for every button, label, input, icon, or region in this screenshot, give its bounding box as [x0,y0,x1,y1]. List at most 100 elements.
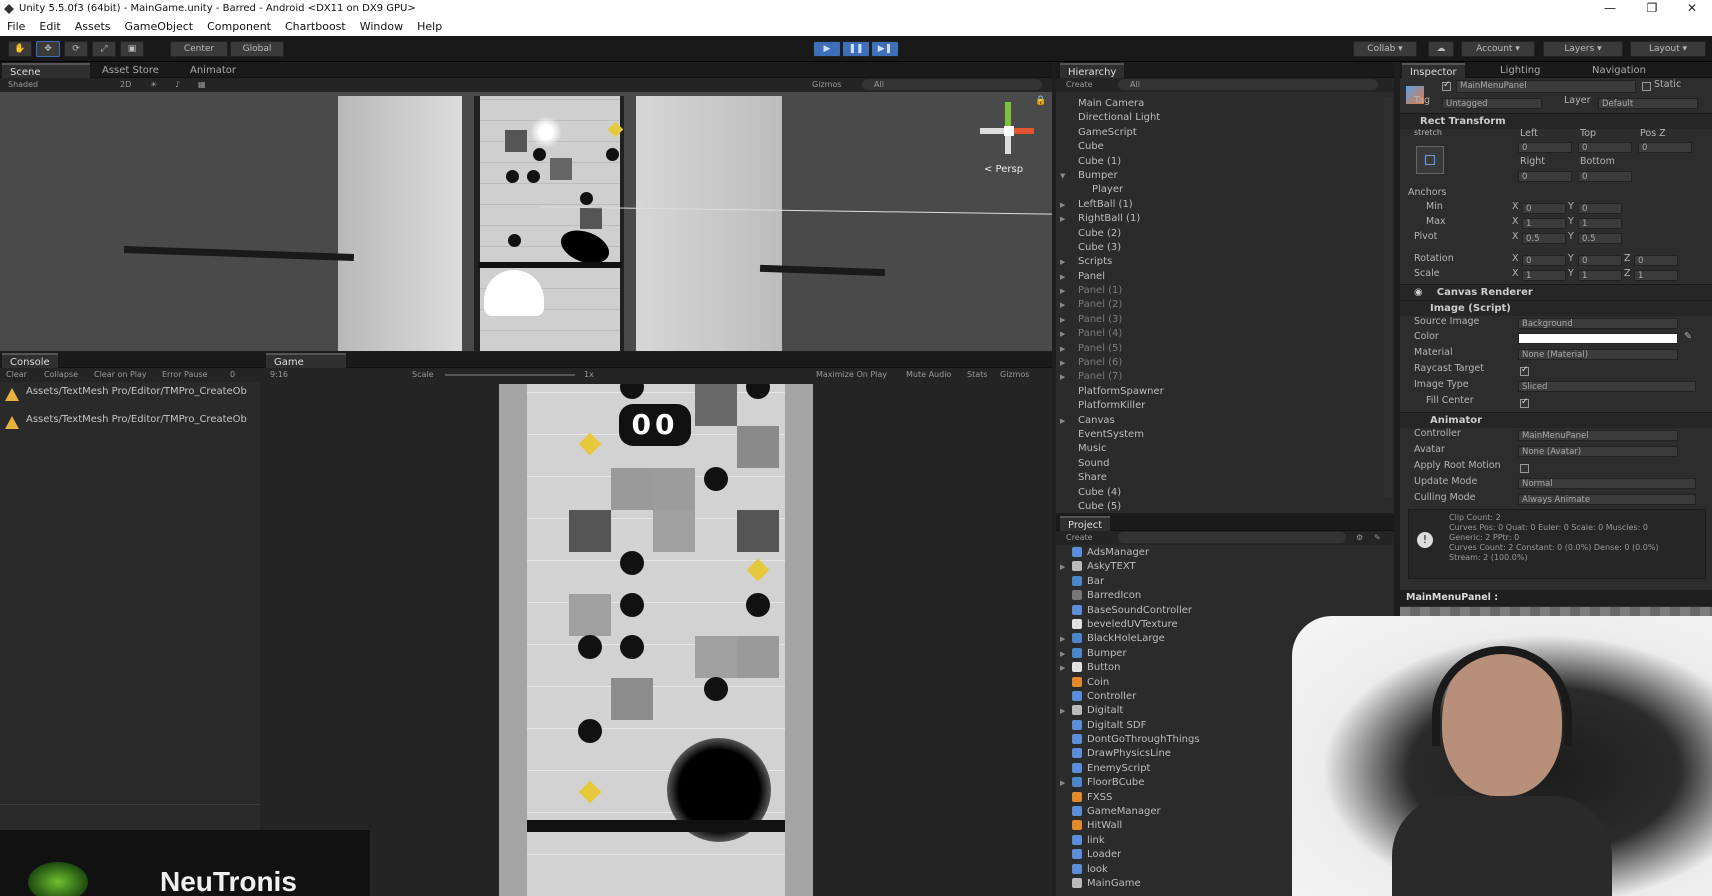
hierarchy-item[interactable]: ▶ RightBall (1) [1056,212,1394,226]
foldout-arrow-icon[interactable]: ▶ [1060,776,1065,790]
hierarchy-item[interactable]: ▶ Panel (1) [1056,284,1394,298]
foldout-arrow-icon[interactable]: ▶ [1060,327,1065,341]
project-search-input[interactable] [1118,532,1346,543]
foldout-arrow-icon[interactable]: ▶ [1060,414,1065,428]
scene-orientation-gizmo[interactable] [978,98,1038,158]
rect-transform-header[interactable]: Rect Transform [1400,113,1712,129]
project-item[interactable]: BarredIcon [1056,589,1394,603]
stats-button[interactable]: Stats [967,368,987,382]
console-message[interactable]: Assets/TextMesh Pro/Editor/TMPro_CreateO… [26,386,247,397]
foldout-arrow-icon[interactable]: ▶ [1060,198,1065,212]
menu-file[interactable]: File [0,20,32,33]
perspective-label[interactable]: < Persp [984,164,1023,175]
hierarchy-item[interactable]: ▶ Panel [1056,270,1394,284]
hand-tool-button[interactable]: ✋ [8,41,32,57]
console-collapse-button[interactable]: Collapse [44,368,78,382]
menu-assets[interactable]: Assets [68,20,118,33]
tab-console[interactable]: Console [2,353,58,368]
anchor-max-y-field[interactable]: 1 [1578,218,1622,229]
hierarchy-create-dropdown[interactable]: Create [1066,78,1093,92]
bottom-field[interactable]: 0 [1578,171,1632,182]
close-button[interactable]: ✕ [1672,0,1712,17]
step-button[interactable]: ▶❚ [871,41,899,57]
menu-component[interactable]: Component [200,20,278,33]
foldout-arrow-icon[interactable]: ▶ [1060,270,1065,284]
project-item[interactable]: Bar [1056,575,1394,589]
console-clear-button[interactable]: Clear [6,368,27,382]
pivot-x-field[interactable]: 0.5 [1522,233,1566,244]
cloud-icon[interactable]: ☁ [1428,41,1454,57]
pause-button[interactable]: ❚❚ [842,41,870,57]
hierarchy-item[interactable]: ▶ Scripts [1056,255,1394,269]
animator-header[interactable]: Animator [1400,412,1712,428]
pivot-center-button[interactable]: Center [170,41,228,57]
lock-icon[interactable]: 🔒 [1035,96,1046,106]
hierarchy-item[interactable]: ▶ Panel (2) [1056,298,1394,312]
shading-mode-dropdown[interactable]: Shaded [8,78,38,92]
project-item[interactable]: ▶ AskyTEXT [1056,560,1394,574]
active-checkbox[interactable] [1442,80,1451,91]
color-swatch[interactable] [1518,333,1678,344]
hierarchy-item[interactable]: EventSystem [1056,428,1394,442]
hierarchy-item[interactable]: Main Camera [1056,97,1394,111]
hierarchy-item[interactable]: ▶ Panel (3) [1056,313,1394,327]
anchor-preset-icon[interactable] [1416,146,1444,174]
layers-dropdown[interactable]: Layers ▾ [1543,41,1623,57]
foldout-arrow-icon[interactable]: ▶ [1060,298,1065,312]
mute-audio-button[interactable]: Mute Audio [906,368,951,382]
layout-dropdown[interactable]: Layout ▾ [1630,41,1706,57]
move-tool-button[interactable]: ✥ [36,41,60,57]
tab-asset-store[interactable]: Asset Store [94,63,167,78]
scale-x-field[interactable]: 1 [1522,270,1566,281]
pivot-y-field[interactable]: 0.5 [1578,233,1622,244]
tab-game[interactable]: Game [266,353,346,368]
menu-edit[interactable]: Edit [32,20,67,33]
hierarchy-item[interactable]: Directional Light [1056,111,1394,125]
maximize-on-play-button[interactable]: Maximize On Play [816,368,887,382]
scale-slider[interactable] [445,374,575,376]
hierarchy-item[interactable]: Cube (1) [1056,155,1394,169]
static-checkbox[interactable] [1642,82,1651,91]
console-error-count[interactable]: 0 [230,368,235,382]
hierarchy-item[interactable]: ▶ Panel (5) [1056,342,1394,356]
hierarchy-item[interactable]: Cube (2) [1056,227,1394,241]
anchor-min-y-field[interactable]: 0 [1578,203,1622,214]
source-image-field[interactable]: Background [1518,318,1678,329]
tab-navigation[interactable]: Navigation [1584,63,1654,78]
minimize-button[interactable]: — [1590,0,1630,17]
console-clear-on-play-button[interactable]: Clear on Play [94,368,147,382]
foldout-arrow-icon[interactable]: ▶ [1060,284,1065,298]
lighting-toggle-icon[interactable]: ☀ [150,78,157,92]
maximize-button[interactable]: ❐ [1632,0,1672,17]
aspect-dropdown[interactable]: 9:16 [270,368,288,382]
left-field[interactable]: 0 [1518,142,1572,153]
foldout-arrow-icon[interactable]: ▼ [1060,169,1065,183]
foldout-arrow-icon[interactable]: ▶ [1060,370,1065,384]
tab-project[interactable]: Project [1060,516,1111,531]
foldout-arrow-icon[interactable]: ▶ [1060,313,1065,327]
project-item[interactable]: AdsManager [1056,546,1394,560]
object-name-field[interactable]: MainMenuPanel [1456,80,1636,93]
console-error-pause-button[interactable]: Error Pause [162,368,208,382]
scale-tool-button[interactable]: ⤢ [92,41,116,57]
game-view[interactable]: 00 [499,384,813,896]
rotate-tool-button[interactable]: ⟳ [64,41,88,57]
hierarchy-item[interactable]: Cube [1056,140,1394,154]
image-script-header[interactable]: Image (Script) [1400,300,1712,316]
foldout-arrow-icon[interactable]: ▶ [1060,560,1065,574]
project-create-dropdown[interactable]: Create [1066,531,1093,545]
hierarchy-item[interactable]: Cube (4) [1056,486,1394,500]
hierarchy-item[interactable]: Cube (5) [1056,500,1394,513]
account-dropdown[interactable]: Account ▾ [1461,41,1535,57]
hierarchy-scrollbar[interactable] [1384,97,1392,497]
tab-scene[interactable]: Scene [2,63,90,78]
menu-chartboost[interactable]: Chartboost [278,20,353,33]
canvas-renderer-header[interactable]: ◉ Canvas Renderer [1400,284,1712,300]
anchors-foldout[interactable]: Anchors [1408,187,1446,198]
tab-inspector[interactable]: Inspector [1402,63,1465,78]
toggle-2d-button[interactable]: 2D [120,78,131,92]
layer-dropdown[interactable]: Default [1598,98,1698,109]
image-type-dropdown[interactable]: Sliced [1518,381,1696,392]
hierarchy-search-input[interactable]: All [1118,79,1378,90]
tag-dropdown[interactable]: Untagged [1442,98,1542,109]
